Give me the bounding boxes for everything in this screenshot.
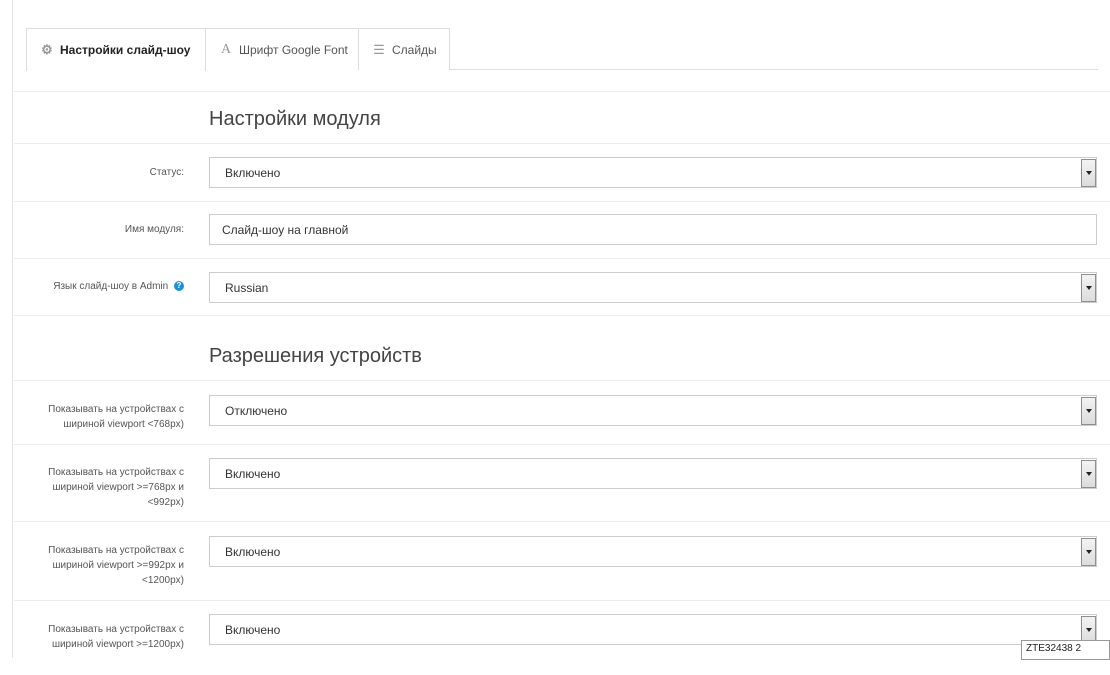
tab-label: Настройки слайд-шоу [60, 43, 191, 57]
divider [14, 91, 1110, 92]
section-title-module: Настройки модуля [209, 108, 381, 130]
device-768-992-select[interactable]: Включено [209, 458, 1097, 489]
label-line: Показывать на устройствах с [48, 545, 184, 556]
label-line: шириной viewport <768px) [63, 419, 184, 430]
device-768-992-label: Показывать на устройствах с шириной view… [48, 465, 184, 510]
module-name-input[interactable]: Слайд-шоу на главной [209, 214, 1097, 245]
divider [14, 315, 1110, 316]
label-line: Показывать на устройствах с [48, 404, 184, 415]
overlay-tooltip: ZTE32438 2 [1021, 640, 1110, 660]
label-line: шириной viewport >=1200px) [51, 639, 184, 650]
divider [14, 201, 1110, 202]
label-line: шириной viewport >=768px и [52, 482, 184, 493]
device-lt768-value: Отключено [225, 403, 288, 418]
section-title-devices: Разрешения устройств [209, 345, 422, 367]
label-line: Показывать на устройствах с [48, 467, 184, 478]
status-label: Статус: [149, 167, 184, 178]
page-left-border [12, 0, 13, 660]
device-gte1200-value: Включено [225, 622, 281, 637]
divider [14, 521, 1110, 522]
tab-slides[interactable]: ☰ Слайды [358, 28, 450, 70]
chevron-down-icon[interactable] [1081, 397, 1096, 425]
list-icon: ☰ [373, 41, 385, 57]
chevron-down-icon[interactable] [1081, 460, 1096, 488]
device-gte1200-select[interactable]: Включено [209, 614, 1097, 645]
admin-language-label: Язык слайд-шоу в Admin [53, 281, 169, 292]
device-768-992-value: Включено [225, 466, 281, 481]
tab-bar: ⚙ Настройки слайд-шоу A Шрифт Google Fon… [26, 28, 1098, 71]
label-line: <992px) [147, 497, 184, 508]
device-gte1200-label: Показывать на устройствах с шириной view… [48, 622, 184, 652]
divider [14, 143, 1110, 144]
divider [14, 380, 1110, 381]
divider [14, 600, 1110, 601]
tab-slideshow-settings[interactable]: ⚙ Настройки слайд-шоу [26, 28, 206, 71]
status-value: Включено [225, 165, 281, 180]
device-lt768-select[interactable]: Отключено [209, 395, 1097, 426]
page-bottom [0, 658, 1110, 675]
divider [14, 444, 1110, 445]
module-name-label: Имя модуля: [124, 224, 184, 235]
tab-label: Шрифт Google Font [239, 42, 348, 57]
label-line: <1200px) [142, 575, 184, 586]
status-select[interactable]: Включено [209, 157, 1097, 188]
label-line: Показывать на устройствах с [48, 624, 184, 635]
tab-label: Слайды [392, 42, 437, 57]
admin-language-select[interactable]: Russian [209, 272, 1097, 303]
chevron-down-icon[interactable] [1081, 274, 1096, 302]
font-icon: A [220, 41, 232, 57]
device-992-1200-label: Показывать на устройствах с шириной view… [48, 543, 184, 588]
device-992-1200-value: Включено [225, 544, 281, 559]
chevron-down-icon[interactable] [1081, 538, 1096, 566]
chevron-down-icon[interactable] [1081, 159, 1096, 187]
divider [14, 258, 1110, 259]
tab-google-font[interactable]: A Шрифт Google Font [205, 28, 359, 70]
device-lt768-label: Показывать на устройствах с шириной view… [48, 402, 184, 432]
label-line: шириной viewport >=992px и [52, 560, 184, 571]
gear-icon: ⚙ [41, 42, 53, 57]
admin-language-label-wrap: Язык слайд-шоу в Admin ? [53, 279, 184, 294]
admin-language-value: Russian [225, 280, 269, 295]
help-icon[interactable]: ? [174, 281, 184, 292]
device-992-1200-select[interactable]: Включено [209, 536, 1097, 567]
module-name-value: Слайд-шоу на главной [222, 222, 349, 237]
